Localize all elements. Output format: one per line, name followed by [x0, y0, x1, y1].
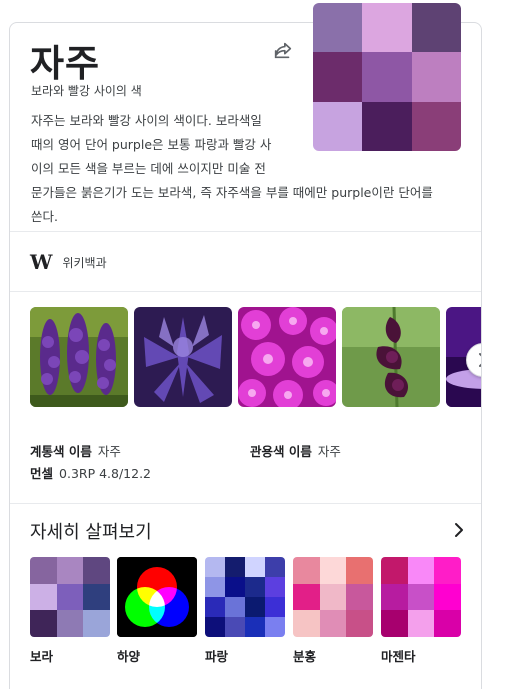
fact-munsell: 먼셀 0.3RP 4.8/12.2 [30, 463, 151, 482]
chevron-right-icon[interactable] [452, 520, 466, 540]
fact-common-name: 관용색 이름 자주 [250, 441, 341, 460]
related-color-purple[interactable]: 보라 [30, 557, 110, 665]
color-swatch [293, 557, 320, 584]
related-color-label: 하양 [117, 649, 141, 664]
gallery-image-purple-plant[interactable] [134, 307, 232, 407]
color-swatch [313, 3, 363, 53]
wikipedia-icon: W [30, 250, 53, 274]
color-swatch [56, 610, 84, 637]
related-color-label: 보라 [30, 649, 54, 664]
color-swatch [319, 583, 347, 611]
color-swatch [362, 52, 412, 102]
description-line: 쓴다. [31, 209, 58, 224]
related-color-label: 파랑 [205, 649, 229, 664]
color-swatch [245, 577, 265, 597]
color-swatch [411, 101, 461, 151]
related-color-blue[interactable]: 파랑 [205, 557, 285, 665]
color-swatch [407, 583, 435, 611]
color-swatch [83, 583, 110, 611]
color-swatch [56, 583, 84, 611]
color-swatch [407, 557, 435, 584]
related-color-pink[interactable]: 분홍 [293, 557, 373, 665]
color-swatch [265, 617, 285, 637]
color-swatch [205, 577, 225, 597]
color-swatch [319, 557, 347, 584]
color-swatch [346, 557, 373, 584]
color-swatch [245, 557, 265, 577]
color-swatch [265, 597, 285, 617]
color-swatch [205, 557, 225, 577]
color-swatch [225, 597, 245, 617]
color-thumbnail [293, 557, 373, 637]
divider [10, 503, 481, 504]
color-swatch [265, 557, 285, 577]
fact-key: 먼셀 [30, 466, 54, 481]
color-swatch [225, 617, 245, 637]
color-swatch [30, 583, 57, 611]
color-swatch [30, 610, 57, 637]
color-swatch [411, 3, 461, 53]
wikipedia-label: 위키백과 [62, 255, 107, 270]
fact-systematic-name: 계통색 이름 자주 [30, 441, 121, 460]
color-swatch [319, 610, 347, 637]
fact-key: 관용색 이름 [250, 444, 312, 459]
color-swatch-grid [313, 3, 461, 151]
color-swatch [346, 583, 373, 611]
color-swatch [313, 52, 363, 102]
chevron-right-icon [479, 353, 481, 367]
gallery-image-gladiolus-closeup[interactable] [342, 307, 440, 407]
related-color-white[interactable]: 하양 [117, 557, 197, 665]
color-swatch [434, 557, 461, 584]
color-swatch [205, 617, 225, 637]
color-swatch [56, 557, 84, 584]
color-swatch [411, 52, 461, 102]
color-swatch [293, 583, 320, 611]
explore-more-title: 자세히 살펴보기 [30, 522, 152, 543]
divider [10, 231, 481, 232]
color-swatch [381, 610, 408, 637]
related-color-label: 마젠타 [381, 649, 416, 664]
color-swatch [225, 557, 245, 577]
color-thumbnail [205, 557, 285, 637]
color-swatch [205, 597, 225, 617]
color-swatch [245, 597, 265, 617]
color-swatch [381, 557, 408, 584]
color-swatch [407, 610, 435, 637]
color-swatch [225, 577, 245, 597]
gallery-image-magenta-flowers[interactable] [238, 307, 336, 407]
fact-key: 계통색 이름 [30, 444, 92, 459]
color-swatch [313, 101, 363, 151]
description-line: 이의 모든 색을 부르는 데에 쓰이지만 미술 전 [31, 161, 266, 176]
color-swatch [381, 583, 408, 611]
image-gallery [30, 307, 481, 409]
color-swatch [83, 557, 110, 584]
color-swatch [346, 610, 373, 637]
color-thumbnail [381, 557, 461, 637]
fact-value: 0.3RP 4.8/12.2 [59, 466, 152, 481]
color-swatch [434, 610, 461, 637]
panel-subtitle: 보라와 빨강 사이의 색 [31, 84, 142, 98]
divider [10, 291, 481, 292]
share-icon[interactable] [272, 39, 294, 61]
panel-title: 자주 [30, 42, 101, 85]
color-swatch [245, 617, 265, 637]
color-swatch [434, 583, 461, 611]
wikipedia-source-link[interactable]: W 위키백과 [30, 250, 107, 274]
fact-value: 자주 [317, 444, 341, 459]
related-color-magenta[interactable]: 마젠타 [381, 557, 461, 665]
color-swatch [265, 577, 285, 597]
color-swatch [83, 610, 110, 637]
color-swatch [30, 557, 57, 584]
related-color-label: 분홍 [293, 649, 317, 664]
fact-value: 자주 [97, 444, 121, 459]
color-swatch [293, 610, 320, 637]
rgb-venn-thumbnail [117, 557, 197, 637]
color-swatch [362, 101, 412, 151]
gallery-image-gladiolus-field[interactable] [30, 307, 128, 407]
description-line: 문가들은 붉은기가 도는 보라색, 즉 자주색을 부를 때에만 purple이란… [31, 185, 433, 200]
color-swatch [362, 3, 412, 53]
color-thumbnail [30, 557, 110, 637]
